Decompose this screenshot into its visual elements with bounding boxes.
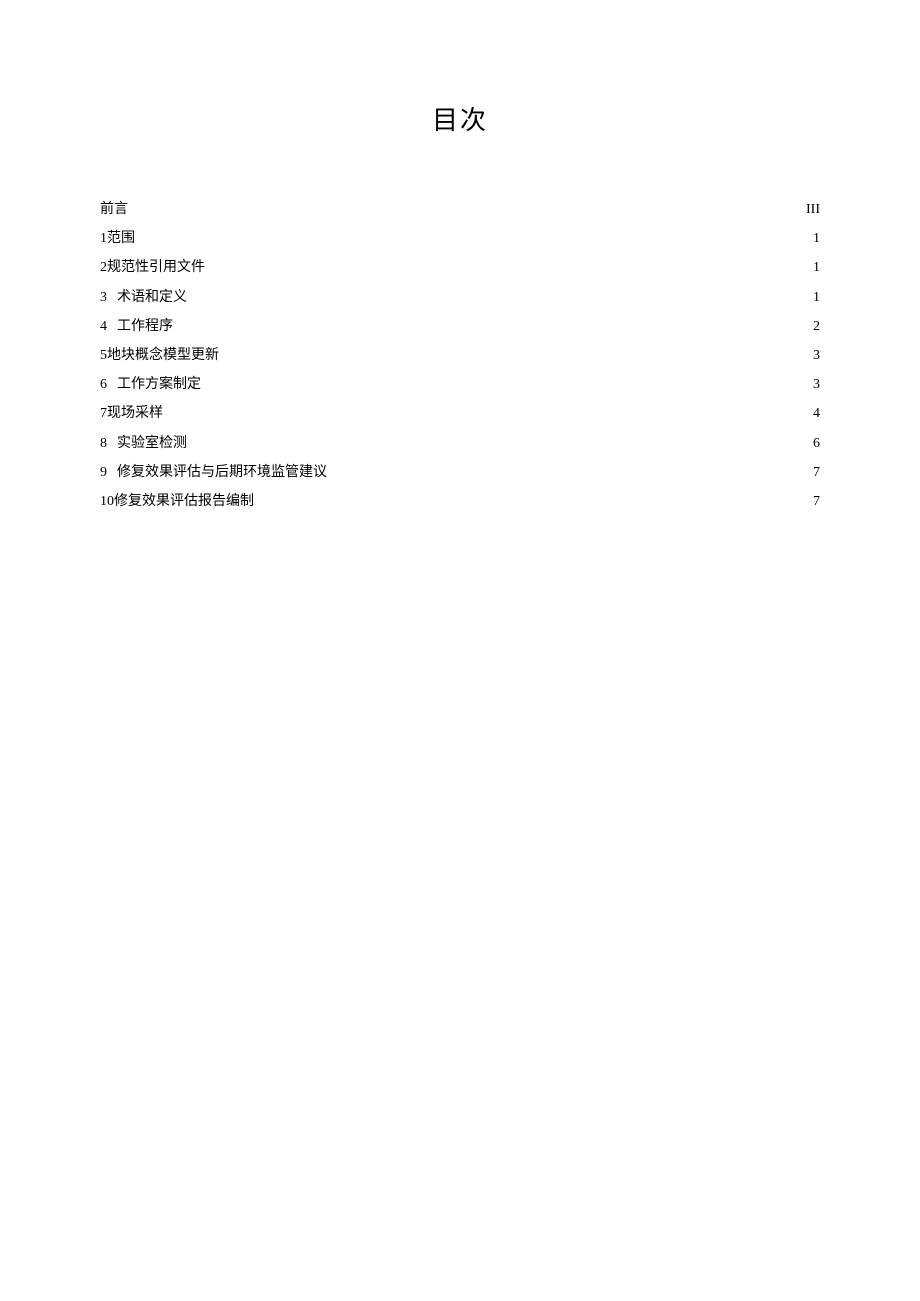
toc-entry-page: 4 (813, 401, 820, 426)
toc-entry: 8 实验室检测 6 (100, 431, 820, 456)
toc-entry-page: 1 (813, 226, 820, 251)
toc-entry: 5 地块概念模型更新 3 (100, 343, 820, 368)
toc-entry-title: 范围 (107, 226, 135, 251)
toc-entry-page: 1 (813, 285, 820, 310)
toc-entry: 10 修复效果评估报告编制 7 (100, 489, 820, 514)
toc-entry-number: 10 (100, 489, 114, 514)
toc-entry-number: 8 (100, 431, 107, 456)
toc-entry: 9 修复效果评估与后期环境监管建议 7 (100, 460, 820, 485)
toc-entry-title: 工作方案制定 (117, 372, 201, 397)
toc-entry-page: 7 (813, 489, 820, 514)
toc-entry-title: 前言 (100, 197, 128, 222)
document-page: 目次 前言III1 范围12 规范性引用文件13术语和定义14工作程序25 地块… (0, 0, 920, 514)
toc-entry: 6 工作方案制定 3 (100, 372, 820, 397)
toc-entry-page: III (806, 197, 820, 222)
toc-entry-title: 工作程序 (117, 314, 173, 339)
toc-entry-title: 术语和定义 (117, 285, 187, 310)
toc-title: 目次 (100, 100, 820, 137)
toc-entry-page: 3 (813, 372, 820, 397)
toc-entry-title: 修复效果评估报告编制 (114, 489, 254, 514)
toc-entry-page: 7 (813, 460, 820, 485)
toc-entry-number: 6 (100, 372, 107, 397)
toc-entry-page: 6 (813, 431, 820, 456)
toc-entry-number: 4 (100, 314, 107, 339)
toc-entry: 1 范围1 (100, 226, 820, 251)
toc-entry-number: 9 (100, 460, 107, 485)
toc-entry: 前言 III (100, 197, 820, 222)
toc-entry-title: 实验室检测 (117, 431, 187, 456)
toc-entry-title: 地块概念模型更新 (107, 343, 219, 368)
toc-entry: 4 工作程序 2 (100, 314, 820, 339)
toc-entry-number: 7 (100, 401, 107, 426)
toc-entry: 7 现场采样 4 (100, 401, 820, 426)
toc-entry-number: 2 (100, 255, 107, 280)
toc-entry: 2 规范性引用文件 1 (100, 255, 820, 280)
toc-entry-title: 修复效果评估与后期环境监管建议 (117, 460, 327, 485)
toc-entry-page: 1 (813, 255, 820, 280)
toc-entry-title: 规范性引用文件 (107, 255, 205, 280)
toc-entry: 3 术语和定义 1 (100, 285, 820, 310)
toc-entry-page: 3 (813, 343, 820, 368)
toc-entry-page: 2 (813, 314, 820, 339)
toc-entry-number: 3 (100, 285, 107, 310)
toc-entry-number: 5 (100, 343, 107, 368)
toc-entry-title: 现场采样 (107, 401, 163, 426)
toc-list: 前言III1 范围12 规范性引用文件13术语和定义14工作程序25 地块概念模… (100, 197, 820, 514)
toc-entry-number: 1 (100, 226, 107, 251)
